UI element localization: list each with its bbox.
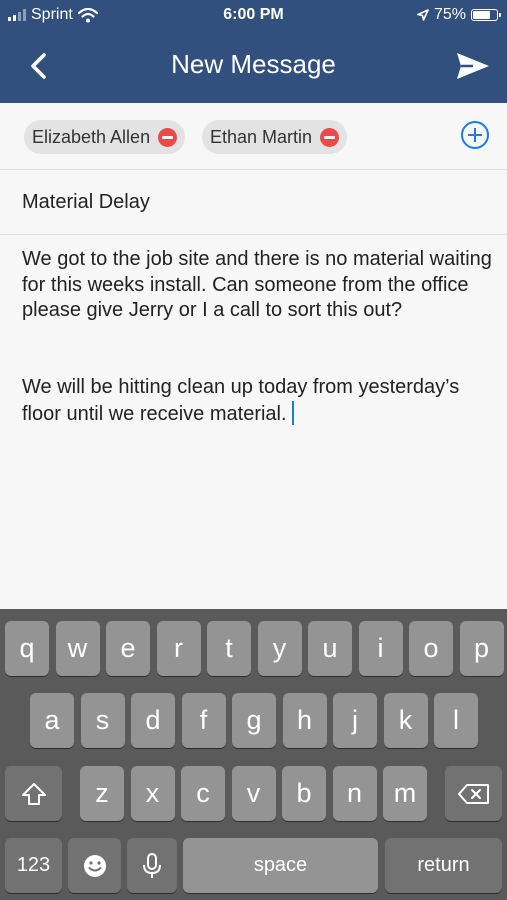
- subject-text: Material Delay: [22, 191, 150, 213]
- microphone-key[interactable]: [127, 838, 177, 893]
- key-n[interactable]: n: [332, 766, 377, 821]
- key-m[interactable]: m: [383, 766, 427, 821]
- key-r[interactable]: r: [156, 621, 201, 676]
- remove-recipient-icon[interactable]: [158, 127, 178, 147]
- message-body-field[interactable]: We got to the job site and there is no m…: [0, 235, 507, 609]
- key-w[interactable]: w: [55, 621, 100, 676]
- key-y[interactable]: y: [257, 621, 302, 676]
- battery-icon: [471, 9, 501, 21]
- backspace-icon: [457, 783, 489, 804]
- shift-icon: [21, 782, 46, 805]
- shift-key[interactable]: [5, 766, 62, 821]
- battery-percent: 75%: [433, 6, 466, 23]
- key-q[interactable]: q: [5, 621, 49, 676]
- key-x[interactable]: x: [130, 766, 175, 821]
- recipient-name: Elizabeth Allen: [32, 126, 151, 147]
- key-j[interactable]: j: [333, 693, 377, 748]
- recipient-chip[interactable]: Ethan Martin: [202, 120, 348, 154]
- text-cursor: [291, 400, 294, 425]
- send-icon[interactable]: [453, 48, 493, 84]
- key-h[interactable]: h: [282, 693, 327, 748]
- emoji-icon: [83, 854, 106, 877]
- key-k[interactable]: k: [383, 693, 428, 748]
- key-s[interactable]: s: [80, 693, 125, 748]
- key-b[interactable]: b: [282, 766, 326, 821]
- key-v[interactable]: v: [231, 766, 276, 821]
- location-arrow-icon: [417, 9, 429, 21]
- body-paragraph-1: We got to the job site and there is no m…: [22, 248, 492, 321]
- key-e[interactable]: e: [106, 621, 150, 676]
- return-key[interactable]: return: [385, 838, 502, 893]
- body-paragraph-2-text: We will be hitting clean up today from y…: [22, 376, 460, 425]
- key-o[interactable]: o: [409, 621, 453, 676]
- key-i[interactable]: i: [358, 621, 403, 676]
- key-g[interactable]: g: [232, 693, 276, 748]
- delete-key[interactable]: [445, 766, 502, 821]
- recipient-chip[interactable]: Elizabeth Allen: [24, 120, 186, 154]
- emoji-key[interactable]: [68, 838, 121, 893]
- key-p[interactable]: p: [459, 621, 504, 676]
- remove-recipient-icon[interactable]: [320, 127, 340, 147]
- nav-header: Sprint 6:00 PM 75% New Message: [0, 0, 507, 103]
- numbers-key[interactable]: 123: [5, 838, 62, 893]
- key-c[interactable]: c: [181, 766, 225, 821]
- key-z[interactable]: z: [80, 766, 124, 821]
- key-a[interactable]: a: [30, 693, 74, 748]
- subject-field[interactable]: Material Delay: [0, 170, 507, 235]
- status-bar: Sprint 6:00 PM 75%: [0, 0, 507, 30]
- key-f[interactable]: f: [181, 693, 226, 748]
- page-title: New Message: [171, 49, 336, 79]
- add-recipient-icon[interactable]: [461, 121, 489, 149]
- recipient-name: Ethan Martin: [210, 126, 313, 147]
- recipients-bar: Elizabeth Allen Ethan Martin: [0, 103, 507, 170]
- keyboard: q w e r t y u i o p a s d f g h j k l z x c v b n m 123 space return: [0, 609, 507, 900]
- key-l[interactable]: l: [434, 693, 478, 748]
- microphone-icon: [143, 852, 161, 878]
- body-paragraph-2: We will be hitting clean up today from y…: [22, 375, 492, 427]
- key-d[interactable]: d: [131, 693, 175, 748]
- space-key[interactable]: space: [183, 838, 378, 893]
- status-right: 75%: [417, 6, 501, 24]
- key-t[interactable]: t: [207, 621, 251, 676]
- key-u[interactable]: u: [308, 621, 352, 676]
